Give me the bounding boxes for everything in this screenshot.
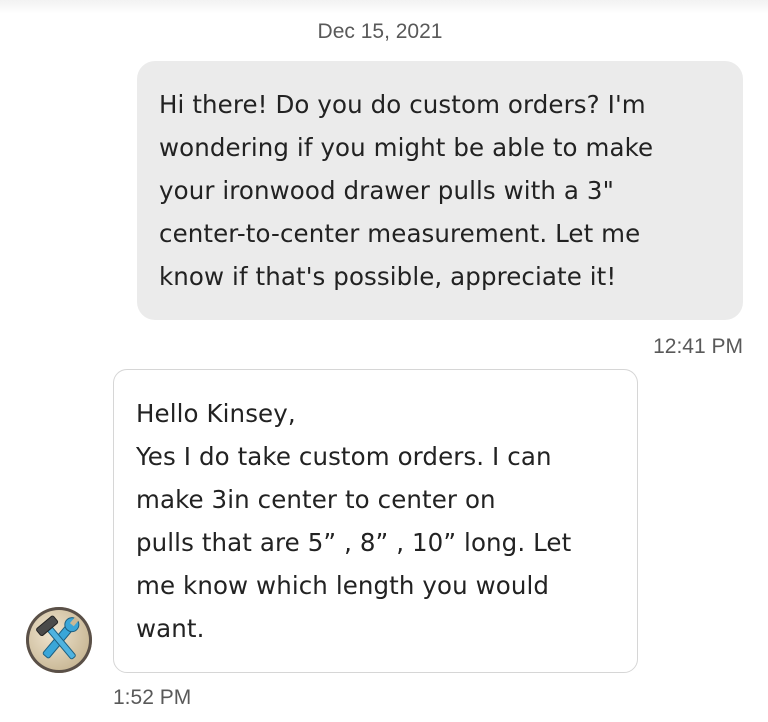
date-separator: Dec 15, 2021 (317, 20, 443, 43)
incoming-message-bubble[interactable]: Hello Kinsey, Yes I do take custom order… (113, 369, 638, 673)
outgoing-message-bubble[interactable]: Hi there! Do you do custom orders? I'm w… (137, 61, 743, 320)
top-fade (0, 0, 768, 14)
outgoing-message-timestamp: 12:41 PM (653, 335, 743, 358)
incoming-message-timestamp: 1:52 PM (113, 686, 192, 709)
sender-avatar[interactable] (26, 607, 92, 673)
hammer-wrench-icon (36, 615, 80, 660)
